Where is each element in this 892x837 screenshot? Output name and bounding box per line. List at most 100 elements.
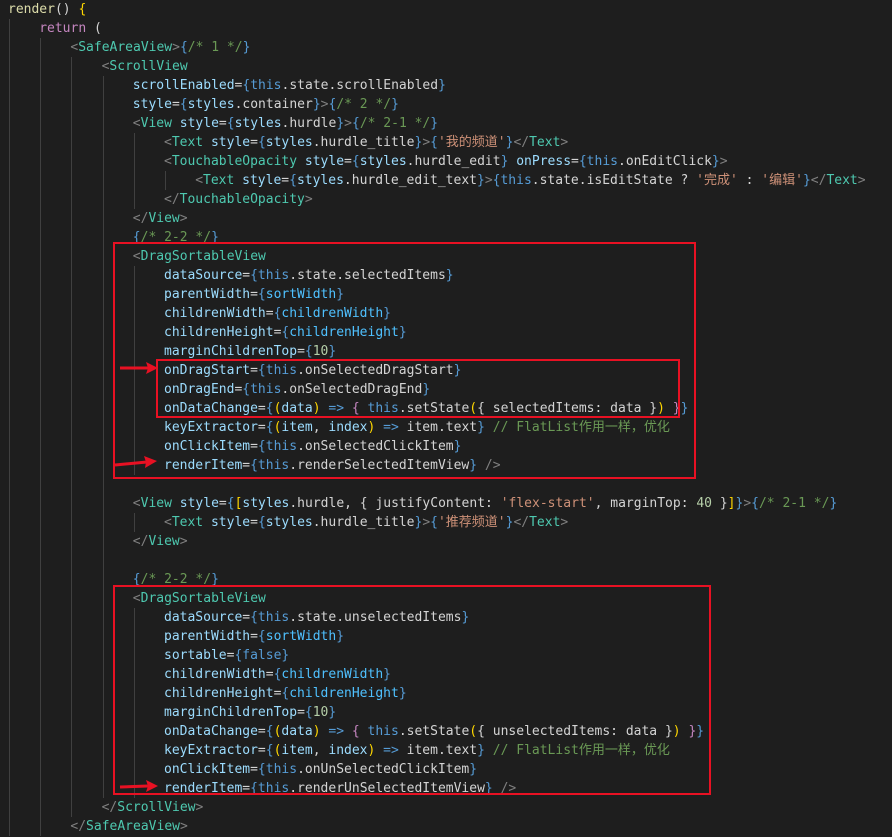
code-token: .state.isEditState ? xyxy=(531,173,697,188)
code-line[interactable]: <Text style={styles.hurdle_title}>{'我的频道… xyxy=(0,133,892,152)
code-text: renderItem={this.renderSelectedItemView}… xyxy=(164,456,501,475)
code-text: onDataChange={(data) => { this.setState(… xyxy=(164,399,688,418)
code-text: <Text style={styles.hurdle_title}>{'我的频道… xyxy=(164,133,568,152)
code-token: < xyxy=(195,173,204,188)
code-line[interactable]: dataSource={this.state.unselectedItems} xyxy=(0,608,892,627)
code-line[interactable]: <DragSortableView xyxy=(0,589,892,608)
code-line[interactable] xyxy=(0,551,892,570)
indent-guide xyxy=(9,779,10,798)
code-line[interactable]: <Text style={styles.hurdle_title}>{'推荐频道… xyxy=(0,513,892,532)
code-line[interactable]: <View style={[styles.hurdle, { justifyCo… xyxy=(0,494,892,513)
code-token: > xyxy=(743,496,752,511)
indent-guide xyxy=(71,266,73,285)
indent-guide xyxy=(71,361,73,380)
indent-guide xyxy=(40,494,42,513)
indent-guide xyxy=(102,76,104,95)
code-token: > xyxy=(320,97,329,112)
indent-guide xyxy=(9,570,10,589)
indent-guide xyxy=(9,798,10,817)
code-line[interactable]: onClickItem={this.onSelectedClickItem} xyxy=(0,437,892,456)
code-line[interactable]: parentWidth={sortWidth} xyxy=(0,627,892,646)
indent-guide xyxy=(40,798,42,817)
code-line[interactable]: childrenWidth={childrenWidth} xyxy=(0,665,892,684)
code-token: } xyxy=(242,40,251,55)
code-token: => xyxy=(383,743,399,758)
code-line[interactable]: onDataChange={(data) => { this.setState(… xyxy=(0,722,892,741)
code-token: .hurdle xyxy=(281,116,337,131)
code-line[interactable]: <View style={styles.hurdle}>{/* 2-1 */} xyxy=(0,114,892,133)
code-line[interactable]: <DragSortableView xyxy=(0,247,892,266)
indent-guide xyxy=(71,665,73,684)
code-line[interactable]: </View> xyxy=(0,532,892,551)
code-line[interactable]: keyExtractor={(item, index) => item.text… xyxy=(0,741,892,760)
code-line[interactable]: </SafeAreaView> xyxy=(0,817,892,836)
code-line[interactable]: childrenWidth={childrenWidth} xyxy=(0,304,892,323)
code-line[interactable]: marginChildrenTop={10} xyxy=(0,342,892,361)
code-line[interactable]: </ScrollView> xyxy=(0,798,892,817)
code-line[interactable]: {/* 2-2 */} xyxy=(0,570,892,589)
code-line[interactable]: style={styles.container}>{/* 2 */} xyxy=(0,95,892,114)
code-token: item xyxy=(281,420,313,435)
code-token: , xyxy=(312,420,329,435)
code-token: '完成' xyxy=(696,173,738,188)
code-line[interactable]: {/* 2-2 */} xyxy=(0,228,892,247)
code-line[interactable]: render() { xyxy=(0,0,892,19)
indent-guide xyxy=(133,513,135,532)
code-line[interactable]: childrenHeight={childrenHeight} xyxy=(0,684,892,703)
code-line[interactable]: onDragStart={this.onSelectedDragStart} xyxy=(0,361,892,380)
indent-guide xyxy=(133,665,135,684)
code-text: <View style={styles.hurdle}>{/* 2-1 */} xyxy=(133,114,438,133)
code-line[interactable]: sortable={false} xyxy=(0,646,892,665)
code-line[interactable]: onClickItem={this.onUnSelectedClickItem} xyxy=(0,760,892,779)
code-token: ) xyxy=(672,724,681,739)
indent-guide xyxy=(71,95,73,114)
indent-guide xyxy=(102,627,104,646)
code-text: dataSource={this.state.unselectedItems} xyxy=(164,608,469,627)
code-text: onClickItem={this.onSelectedClickItem} xyxy=(164,437,461,456)
code-editor[interactable]: render() {return (<SafeAreaView>{/* 1 */… xyxy=(0,0,892,837)
code-line[interactable]: <Text style={styles.hurdle_edit_text}>{t… xyxy=(0,171,892,190)
code-line[interactable]: parentWidth={sortWidth} xyxy=(0,285,892,304)
code-line[interactable]: renderItem={this.renderUnSelectedItemVie… xyxy=(0,779,892,798)
code-line[interactable]: keyExtractor={(item, index) => item.text… xyxy=(0,418,892,437)
code-token: } xyxy=(328,344,337,359)
code-line[interactable]: dataSource={this.state.selectedItems} xyxy=(0,266,892,285)
code-line[interactable]: scrollEnabled={this.state.scrollEnabled} xyxy=(0,76,892,95)
code-token: .setState xyxy=(398,401,470,416)
code-token: } xyxy=(680,401,689,416)
indent-guide xyxy=(102,171,104,190)
code-line[interactable] xyxy=(0,475,892,494)
code-token: > xyxy=(172,40,180,55)
code-token: View xyxy=(140,496,172,511)
indent-guide xyxy=(40,475,42,494)
code-token: } xyxy=(211,572,219,587)
indent-guide xyxy=(133,684,135,703)
code-line[interactable]: onDragEnd={this.onSelectedDragEnd} xyxy=(0,380,892,399)
code-token: onDragStart xyxy=(164,363,251,378)
code-line[interactable]: <TouchableOpacity style={styles.hurdle_e… xyxy=(0,152,892,171)
code-line[interactable]: renderItem={this.renderSelectedItemView}… xyxy=(0,456,892,475)
code-token: => xyxy=(328,401,345,416)
code-token: > xyxy=(179,534,188,549)
code-line[interactable]: onDataChange={(data) => { this.setState(… xyxy=(0,399,892,418)
code-token: 10 xyxy=(312,344,329,359)
code-token: > xyxy=(422,135,431,150)
code-line[interactable]: <ScrollView xyxy=(0,57,892,76)
code-token: { xyxy=(179,97,188,112)
code-line[interactable]: <SafeAreaView>{/* 1 */} xyxy=(0,38,892,57)
indent-guide xyxy=(40,817,42,836)
code-text: parentWidth={sortWidth} xyxy=(164,627,344,646)
code-line[interactable]: childrenHeight={childrenHeight} xyxy=(0,323,892,342)
code-line[interactable]: marginChildrenTop={10} xyxy=(0,703,892,722)
code-token: = xyxy=(242,458,251,473)
code-line[interactable]: </View> xyxy=(0,209,892,228)
code-text: </SafeAreaView> xyxy=(70,817,187,836)
indent-guide xyxy=(9,171,10,190)
code-line[interactable]: return ( xyxy=(0,19,892,38)
code-line[interactable]: </TouchableOpacity> xyxy=(0,190,892,209)
code-token: this xyxy=(367,724,399,739)
code-token: } xyxy=(445,268,454,283)
code-token: </ xyxy=(810,173,827,188)
code-token: = xyxy=(242,268,251,283)
